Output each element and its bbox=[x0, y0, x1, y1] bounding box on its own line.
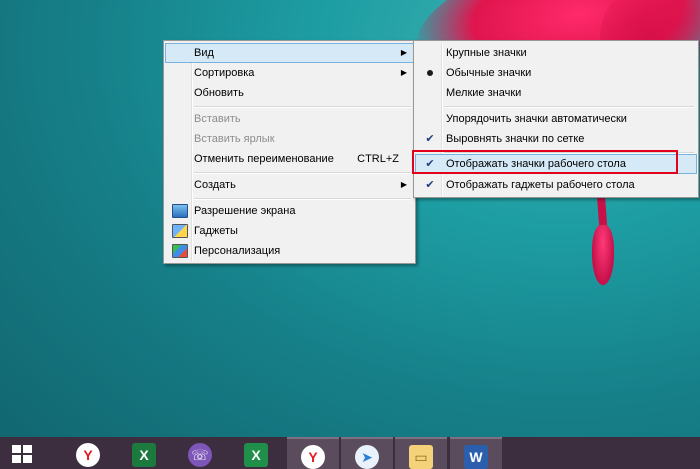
folder-icon: ▭ bbox=[409, 445, 433, 469]
start-button[interactable] bbox=[0, 437, 52, 469]
viber-icon: ☏ bbox=[188, 443, 212, 467]
taskbar-excel[interactable]: X bbox=[118, 437, 170, 469]
menu-separator bbox=[194, 198, 411, 200]
monitor-icon bbox=[172, 204, 188, 218]
submenu-item-small-icons[interactable]: Мелкие значки bbox=[416, 83, 696, 103]
taskbar-yandex-browser-2[interactable]: Y bbox=[287, 437, 339, 469]
menu-item-label: Разрешение экрана bbox=[194, 205, 296, 217]
taskbar-viber[interactable]: ☏ bbox=[174, 437, 226, 469]
menu-item-label: Вставить ярлык bbox=[194, 133, 275, 145]
menu-item-label: Выровнять значки по сетке bbox=[446, 133, 585, 145]
menu-separator bbox=[194, 106, 411, 108]
menu-item-refresh[interactable]: Обновить bbox=[166, 83, 413, 103]
excel-icon: X bbox=[244, 443, 268, 467]
menu-separator bbox=[444, 106, 694, 108]
view-submenu: Крупные значки Обычные значки Мелкие зна… bbox=[413, 40, 699, 198]
menu-item-label: Обновить bbox=[194, 87, 244, 99]
menu-item-gadgets[interactable]: Гаджеты bbox=[166, 221, 413, 241]
gadgets-icon bbox=[172, 224, 188, 238]
menu-item-personalization[interactable]: Персонализация bbox=[166, 241, 413, 261]
taskbar-word[interactable]: W bbox=[450, 437, 502, 469]
taskbar: Y X ☏ X Y ➤ ▭ W bbox=[0, 437, 700, 469]
submenu-item-large-icons[interactable]: Крупные значки bbox=[416, 43, 696, 63]
menu-item-paste-shortcut: Вставить ярлык bbox=[166, 129, 413, 149]
menu-item-paste: Вставить bbox=[166, 109, 413, 129]
taskbar-yandex-browser[interactable]: Y bbox=[62, 437, 114, 469]
menu-item-label: Мелкие значки bbox=[446, 87, 522, 99]
menu-item-label: Персонализация bbox=[194, 245, 281, 257]
menu-item-label: Отменить переименование bbox=[194, 153, 334, 165]
submenu-item-show-gadgets[interactable]: ✔ Отображать гаджеты рабочего стола bbox=[416, 175, 696, 195]
wallpaper-bud bbox=[592, 225, 614, 285]
menu-item-label: Обычные значки bbox=[446, 67, 532, 79]
submenu-item-auto-arrange[interactable]: Упорядочить значки автоматически bbox=[416, 109, 696, 129]
menu-item-screen-resolution[interactable]: Разрешение экрана bbox=[166, 201, 413, 221]
shortcut-label: CTRL+Z bbox=[357, 153, 399, 165]
desktop-context-menu: Вид ▶ Сортировка ▶ Обновить Вставить Вст… bbox=[163, 40, 416, 264]
menu-separator bbox=[194, 172, 411, 174]
menu-item-label: Гаджеты bbox=[194, 225, 238, 237]
word-icon: W bbox=[464, 445, 488, 469]
checkmark-icon: ✔ bbox=[425, 179, 435, 191]
windows-logo-icon bbox=[12, 445, 32, 463]
personalization-icon bbox=[172, 244, 188, 258]
taskbar-file-explorer[interactable]: ▭ bbox=[395, 437, 447, 469]
menu-item-label: Создать bbox=[194, 179, 236, 191]
menu-item-view[interactable]: Вид ▶ bbox=[165, 43, 414, 63]
submenu-arrow-icon: ▶ bbox=[400, 68, 407, 77]
annotation-highlight-box bbox=[412, 150, 678, 174]
menu-item-label: Вставить bbox=[194, 113, 241, 125]
menu-item-label: Сортировка bbox=[194, 67, 255, 79]
menu-item-label: Упорядочить значки автоматически bbox=[446, 113, 627, 125]
submenu-arrow-icon: ▶ bbox=[400, 180, 407, 189]
menu-item-label: Крупные значки bbox=[446, 47, 527, 59]
submenu-item-medium-icons[interactable]: Обычные значки bbox=[416, 63, 696, 83]
menu-item-undo-rename[interactable]: Отменить переименование CTRL+Z bbox=[166, 149, 413, 169]
menu-item-label: Вид bbox=[194, 47, 214, 59]
submenu-item-align-to-grid[interactable]: ✔ Выровнять значки по сетке bbox=[416, 129, 696, 149]
submenu-arrow-icon: ▶ bbox=[400, 48, 407, 57]
yandex-icon: Y bbox=[301, 445, 325, 469]
radio-dot-icon bbox=[416, 63, 444, 83]
taskbar-messenger[interactable]: ➤ bbox=[341, 437, 393, 469]
paper-plane-icon: ➤ bbox=[355, 445, 379, 469]
yandex-icon: Y bbox=[76, 443, 100, 467]
taskbar-excel-2[interactable]: X bbox=[230, 437, 282, 469]
menu-item-new[interactable]: Создать ▶ bbox=[166, 175, 413, 195]
menu-item-label: Отображать гаджеты рабочего стола bbox=[446, 179, 635, 191]
menu-item-sort[interactable]: Сортировка ▶ bbox=[166, 63, 413, 83]
excel-icon: X bbox=[132, 443, 156, 467]
checkmark-icon: ✔ bbox=[425, 133, 435, 145]
